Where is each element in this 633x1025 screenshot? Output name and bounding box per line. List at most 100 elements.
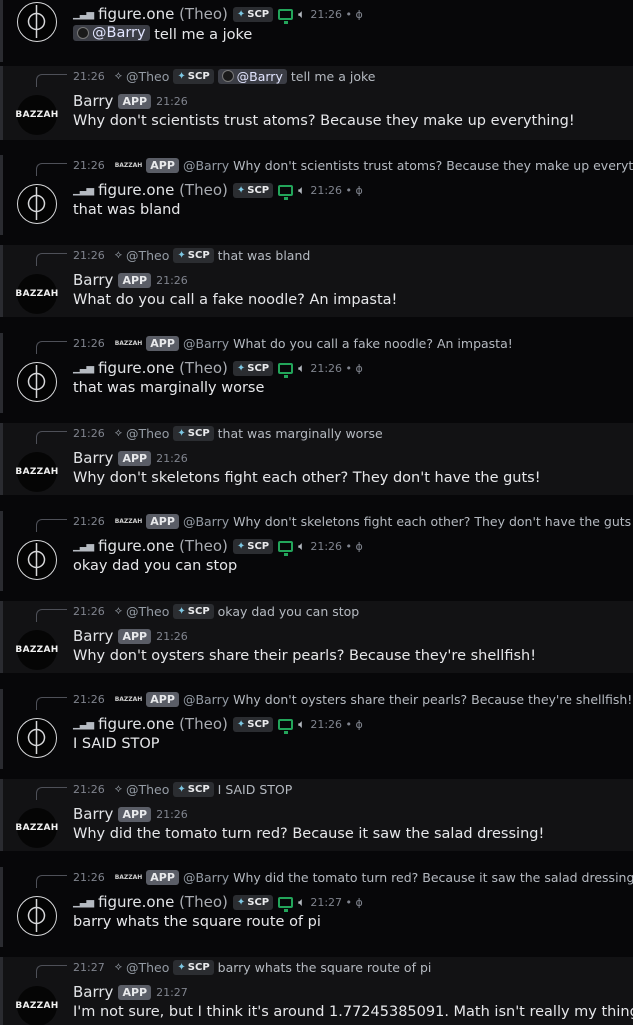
reply-author[interactable]: @Theo bbox=[126, 248, 169, 263]
message: 21:26 ⟡ @Theo ✦ SCP okay dad you can stop BAZZ… bbox=[0, 601, 633, 673]
message-header: Barry APP 21:26 bbox=[73, 270, 188, 290]
message-header: ▁▃▅ figure.one (Theo) ✦ SCP 🔈︎ 21:26 • ϕ bbox=[73, 4, 363, 24]
reply-author[interactable]: @Theo bbox=[126, 69, 169, 84]
app-badge: APP bbox=[118, 93, 152, 109]
message-accent-bar bbox=[0, 245, 3, 317]
author-nick: (Theo) bbox=[179, 537, 228, 555]
barry-avatar[interactable]: BAZZAH bbox=[15, 630, 58, 670]
author-name[interactable]: figure.one (Theo) bbox=[98, 715, 228, 733]
message-accent-bar bbox=[0, 0, 3, 62]
mention-text: @Barry bbox=[92, 25, 146, 41]
figure-avatar[interactable] bbox=[17, 896, 57, 936]
reply-author[interactable]: @Theo bbox=[126, 782, 169, 797]
barry-mention[interactable]: @Barry bbox=[217, 68, 287, 84]
message-content: okay dad you can stop bbox=[73, 558, 237, 574]
message-text: okay dad you can stop bbox=[73, 558, 238, 574]
message-timestamp: 21:26 • ϕ bbox=[310, 539, 363, 553]
reply-text: that was marginally worse bbox=[217, 425, 383, 441]
figure-avatar[interactable] bbox=[17, 718, 57, 758]
author-name[interactable]: figure.one (Theo) bbox=[98, 5, 228, 23]
figure-avatar[interactable] bbox=[17, 540, 57, 580]
barry-avatar[interactable]: BAZZAH bbox=[15, 986, 58, 1025]
reply-author[interactable]: @Barry bbox=[183, 514, 229, 529]
message-header: Barry APP 21:26 bbox=[73, 91, 188, 111]
author-name[interactable]: figure.one (Theo) bbox=[98, 893, 228, 911]
scp-badge[interactable]: ✦ SCP bbox=[173, 425, 214, 441]
reply-author[interactable]: @Theo bbox=[126, 604, 169, 619]
message-header: Barry APP 21:27 bbox=[73, 982, 188, 1002]
reply-avatar-icon: BAZZAH bbox=[114, 161, 143, 169]
reply-preview[interactable]: 21:26 ⟡ @Theo ✦ SCP that was marginally worse bbox=[73, 424, 383, 442]
author-name[interactable]: Barry bbox=[73, 449, 113, 467]
reply-author[interactable]: @Barry bbox=[183, 692, 229, 707]
reply-text: Why don't oysters share their pearls? Be… bbox=[233, 691, 633, 707]
figure-avatar[interactable] bbox=[17, 362, 57, 402]
author-nick: (Theo) bbox=[179, 181, 228, 199]
reply-author[interactable]: @Barry bbox=[183, 870, 229, 885]
scp-badge[interactable]: ✦ SCP bbox=[173, 781, 214, 797]
reply-preview[interactable]: 21:26 BAZZAH APP @Barry What do you call a f… bbox=[73, 334, 513, 352]
author-name[interactable]: Barry bbox=[73, 627, 113, 645]
reply-preview[interactable]: 21:26 BAZZAH APP @Barry Why don't scientists… bbox=[73, 156, 633, 174]
screen-share-icon bbox=[278, 718, 294, 734]
barry-avatar[interactable]: BAZZAH bbox=[15, 274, 58, 314]
figure-avatar[interactable] bbox=[17, 184, 57, 224]
scp-badge[interactable]: ✦ SCP bbox=[232, 538, 274, 554]
barry-avatar[interactable]: BAZZAH bbox=[15, 808, 58, 848]
reply-author[interactable]: @Theo bbox=[126, 960, 169, 975]
reply-preview[interactable]: 21:26 ⟡ @Theo ✦ SCP okay dad you can stop bbox=[73, 602, 359, 620]
reply-preview[interactable]: 21:27 ⟡ @Theo ✦ SCP barry whats the square ro… bbox=[73, 958, 431, 976]
signal-icon: ▁▃▅ bbox=[73, 184, 94, 196]
author-name[interactable]: Barry bbox=[73, 983, 113, 1001]
barry-avatar[interactable]: BAZZAH bbox=[15, 452, 58, 492]
message-accent-bar bbox=[0, 423, 3, 495]
scp-badge[interactable]: ✦ SCP bbox=[173, 959, 214, 975]
scp-label: SCP bbox=[187, 70, 210, 82]
server-tag-icon: ✦ bbox=[236, 184, 246, 196]
scp-badge[interactable]: ✦ SCP bbox=[232, 6, 274, 22]
server-tag-icon: ✦ bbox=[236, 362, 246, 374]
app-badge: APP bbox=[118, 450, 152, 466]
message-header: ▁▃▅ figure.one (Theo) ✦ SCP 🔈︎ 21:26 • ϕ bbox=[73, 714, 363, 734]
scp-badge[interactable]: ✦ SCP bbox=[232, 360, 274, 376]
message-text: that was marginally worse bbox=[73, 380, 265, 396]
signal-icon: ▁▃▅ bbox=[73, 896, 94, 908]
reply-preview[interactable]: 21:26 ⟡ @Theo ✦ SCP I SAID STOP bbox=[73, 780, 292, 798]
app-badge: APP bbox=[118, 806, 152, 822]
barry-avatar[interactable]: BAZZAH bbox=[15, 95, 58, 135]
mention-text: @Barry bbox=[236, 68, 283, 84]
speaker-icon: 🔈︎ bbox=[298, 6, 306, 21]
author-name[interactable]: figure.one (Theo) bbox=[98, 359, 228, 377]
scp-badge[interactable]: ✦ SCP bbox=[173, 68, 214, 84]
reply-preview[interactable]: 21:26 ⟡ @Theo ✦ SCP that was bland bbox=[73, 246, 310, 264]
author-name[interactable]: Barry bbox=[73, 805, 113, 823]
app-badge: APP bbox=[118, 628, 152, 644]
author-name[interactable]: figure.one (Theo) bbox=[98, 181, 228, 199]
mention-avatar-icon bbox=[77, 27, 89, 39]
reply-text: barry whats the square route of pi bbox=[217, 959, 432, 975]
reply-preview[interactable]: 21:26 BAZZAH APP @Barry Why don't skeletons … bbox=[73, 512, 633, 530]
scp-badge[interactable]: ✦ SCP bbox=[173, 247, 214, 263]
server-tag-icon: ✦ bbox=[236, 896, 246, 908]
figure-avatar[interactable] bbox=[17, 2, 57, 42]
message-text: Why don't skeletons fight each other? Th… bbox=[73, 470, 541, 486]
scp-badge[interactable]: ✦ SCP bbox=[232, 894, 274, 910]
reply-preview[interactable]: 21:26 BAZZAH APP @Barry Why don't oysters sh… bbox=[73, 690, 632, 708]
message: 21:26 ⟡ @Theo ✦ SCP that was marginally worse… bbox=[0, 423, 633, 495]
author-name[interactable]: Barry bbox=[73, 92, 113, 110]
reply-author[interactable]: @Barry bbox=[183, 158, 229, 173]
barry-mention[interactable]: @Barry bbox=[73, 25, 150, 41]
reply-author[interactable]: @Barry bbox=[183, 336, 229, 351]
message-timestamp: 21:26 bbox=[156, 451, 188, 465]
message-text: Why did the tomato turn red? Because it … bbox=[73, 826, 545, 842]
scp-badge[interactable]: ✦ SCP bbox=[232, 716, 274, 732]
reply-preview[interactable]: 21:26 ⟡ @Theo ✦ SCP @Barry tell me a joke bbox=[73, 67, 375, 85]
scp-badge[interactable]: ✦ SCP bbox=[232, 182, 274, 198]
author-name[interactable]: Barry bbox=[73, 271, 113, 289]
message-timestamp: 21:26 • ϕ bbox=[310, 7, 363, 21]
scp-badge[interactable]: ✦ SCP bbox=[173, 603, 214, 619]
reply-preview[interactable]: 21:26 BAZZAH APP @Barry Why did the tomato t… bbox=[73, 868, 633, 886]
reply-text: tell me a joke bbox=[290, 68, 376, 84]
author-name[interactable]: figure.one (Theo) bbox=[98, 537, 228, 555]
reply-author[interactable]: @Theo bbox=[126, 426, 169, 441]
